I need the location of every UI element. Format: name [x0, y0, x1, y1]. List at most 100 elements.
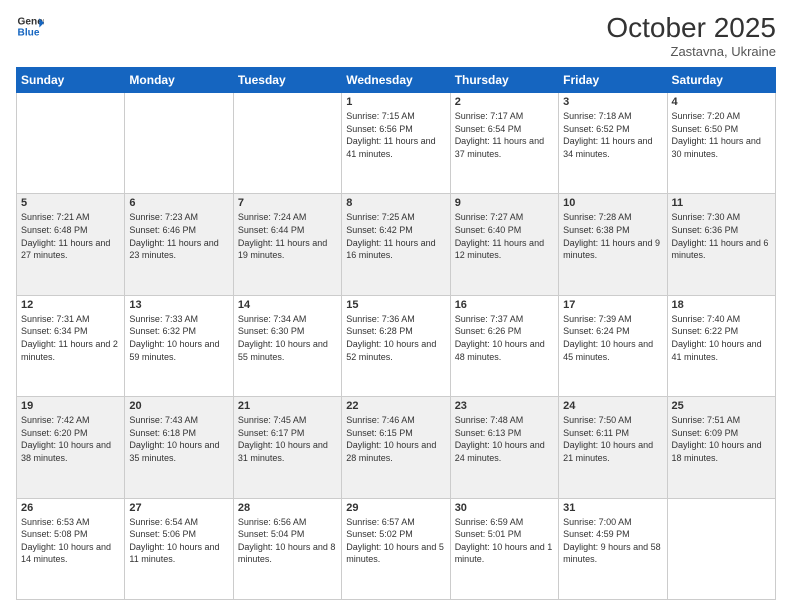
weekday-thursday: Thursday [450, 68, 558, 93]
cell-info: Sunrise: 7:27 AM [455, 211, 554, 224]
day-number: 16 [455, 299, 554, 311]
calendar-cell [667, 498, 775, 599]
cell-info: Sunset: 6:22 PM [672, 325, 771, 338]
weekday-tuesday: Tuesday [233, 68, 341, 93]
cell-info: Daylight: 11 hours and 2 minutes. [21, 338, 120, 363]
cell-info: Sunset: 6:17 PM [238, 427, 337, 440]
cell-info: Sunset: 4:59 PM [563, 528, 662, 541]
cell-info: Sunrise: 6:57 AM [346, 516, 445, 529]
day-number: 9 [455, 197, 554, 209]
cell-info: Sunrise: 7:20 AM [672, 110, 771, 123]
cell-info: Sunset: 5:08 PM [21, 528, 120, 541]
cell-info: Sunrise: 7:46 AM [346, 414, 445, 427]
header: General Blue October 2025 Zastavna, Ukra… [16, 12, 776, 59]
calendar-cell [125, 93, 233, 194]
cell-info: Daylight: 10 hours and 55 minutes. [238, 338, 337, 363]
calendar-cell: 16Sunrise: 7:37 AMSunset: 6:26 PMDayligh… [450, 295, 558, 396]
day-number: 23 [455, 400, 554, 412]
weekday-friday: Friday [559, 68, 667, 93]
cell-info: Daylight: 11 hours and 34 minutes. [563, 135, 662, 160]
calendar-cell: 13Sunrise: 7:33 AMSunset: 6:32 PMDayligh… [125, 295, 233, 396]
calendar-cell: 1Sunrise: 7:15 AMSunset: 6:56 PMDaylight… [342, 93, 450, 194]
calendar-table: SundayMondayTuesdayWednesdayThursdayFrid… [16, 67, 776, 600]
cell-info: Sunrise: 7:36 AM [346, 313, 445, 326]
calendar-cell: 15 Sunrise: 7:36 AMSunset: 6:28 PMDayligh… [342, 295, 450, 396]
weekday-monday: Monday [125, 68, 233, 93]
week-row-4: 19Sunrise: 7:42 AMSunset: 6:20 PMDayligh… [17, 397, 776, 498]
calendar-cell: 25Sunrise: 7:51 AMSunset: 6:09 PMDayligh… [667, 397, 775, 498]
cell-info: Sunrise: 7:28 AM [563, 211, 662, 224]
cell-info: Sunset: 6:13 PM [455, 427, 554, 440]
cell-info: Sunset: 6:18 PM [129, 427, 228, 440]
calendar-cell: 29Sunrise: 6:57 AMSunset: 5:02 PMDayligh… [342, 498, 450, 599]
cell-info: Sunset: 6:24 PM [563, 325, 662, 338]
cell-info: Daylight: 10 hours and 31 minutes. [238, 439, 337, 464]
calendar-cell [17, 93, 125, 194]
cell-info: Sunset: 6:09 PM [672, 427, 771, 440]
cell-info: Sunrise: 7:39 AM [563, 313, 662, 326]
cell-info: Sunrise: 7:48 AM [455, 414, 554, 427]
logo: General Blue [16, 12, 44, 40]
cell-info: Daylight: 10 hours and 52 minutes. [346, 338, 445, 363]
cell-info: Sunrise: 7:33 AM [129, 313, 228, 326]
page: General Blue October 2025 Zastavna, Ukra… [0, 0, 792, 612]
cell-info: Daylight: 11 hours and 9 minutes. [563, 237, 662, 262]
calendar-cell: 2Sunrise: 7:17 AMSunset: 6:54 PMDaylight… [450, 93, 558, 194]
day-number: 24 [563, 400, 662, 412]
location: Zastavna, Ukraine [606, 44, 776, 59]
cell-info: Sunset: 6:52 PM [563, 123, 662, 136]
cell-info: Sunset: 6:36 PM [672, 224, 771, 237]
cell-info: Daylight: 10 hours and 38 minutes. [21, 439, 120, 464]
cell-info: Sunset: 6:54 PM [455, 123, 554, 136]
day-number: 10 [563, 197, 662, 209]
cell-info: Daylight: 10 hours and 41 minutes. [672, 338, 771, 363]
title-block: October 2025 Zastavna, Ukraine [606, 12, 776, 59]
cell-info: Sunrise: 7:00 AM [563, 516, 662, 529]
day-number: 25 [672, 400, 771, 412]
calendar-cell: 3Sunrise: 7:18 AMSunset: 6:52 PMDaylight… [559, 93, 667, 194]
cell-info: Sunrise: 7:34 AM [238, 313, 337, 326]
cell-info: Daylight: 10 hours and 24 minutes. [455, 439, 554, 464]
day-number: 19 [21, 400, 120, 412]
cell-info: Sunset: 6:42 PM [346, 224, 445, 237]
cell-info: Sunset: 5:04 PM [238, 528, 337, 541]
cell-info: Daylight: 10 hours and 11 minutes. [129, 541, 228, 566]
day-number: 11 [672, 197, 771, 209]
cell-info: Sunset: 6:28 PM [346, 325, 445, 338]
cell-info: Sunset: 6:30 PM [238, 325, 337, 338]
cell-info: Sunrise: 7:42 AM [21, 414, 120, 427]
cell-info: Sunrise: 7:40 AM [672, 313, 771, 326]
cell-info: Daylight: 10 hours and 18 minutes. [672, 439, 771, 464]
cell-info: Daylight: 11 hours and 41 minutes. [346, 135, 445, 160]
weekday-saturday: Saturday [667, 68, 775, 93]
cell-info: Sunset: 6:46 PM [129, 224, 228, 237]
weekday-wednesday: Wednesday [342, 68, 450, 93]
cell-info: Sunset: 6:50 PM [672, 123, 771, 136]
calendar-cell: 18 Sunrise: 7:40 AMSunset: 6:22 PMDayligh… [667, 295, 775, 396]
cell-info: Sunset: 5:02 PM [346, 528, 445, 541]
cell-info: Sunset: 6:20 PM [21, 427, 120, 440]
calendar-cell: 22Sunrise: 7:46 AMSunset: 6:15 PMDayligh… [342, 397, 450, 498]
cell-info: Daylight: 10 hours and 59 minutes. [129, 338, 228, 363]
cell-info: Sunset: 6:32 PM [129, 325, 228, 338]
calendar-cell: 7Sunrise: 7:24 AMSunset: 6:44 PMDaylight… [233, 194, 341, 295]
cell-info: Sunset: 6:11 PM [563, 427, 662, 440]
logo-icon: General Blue [16, 12, 44, 40]
cell-info: Sunset: 6:34 PM [21, 325, 120, 338]
calendar-cell: 9Sunrise: 7:27 AMSunset: 6:40 PMDaylight… [450, 194, 558, 295]
calendar-cell [233, 93, 341, 194]
cell-info: Sunrise: 7:25 AM [346, 211, 445, 224]
day-number: 18 [672, 299, 771, 311]
day-number: 6 [129, 197, 228, 209]
cell-info: Daylight: 11 hours and 23 minutes. [129, 237, 228, 262]
weekday-sunday: Sunday [17, 68, 125, 93]
cell-info: Daylight: 10 hours and 21 minutes. [563, 439, 662, 464]
day-number: 15 [346, 299, 445, 311]
week-row-2: 5Sunrise: 7:21 AMSunset: 6:48 PMDaylight… [17, 194, 776, 295]
calendar-cell: 5Sunrise: 7:21 AMSunset: 6:48 PMDaylight… [17, 194, 125, 295]
cell-info: Daylight: 11 hours and 27 minutes. [21, 237, 120, 262]
week-row-1: 1Sunrise: 7:15 AMSunset: 6:56 PMDaylight… [17, 93, 776, 194]
day-number: 1 [346, 96, 445, 108]
week-row-5: 26Sunrise: 6:53 AMSunset: 5:08 PMDayligh… [17, 498, 776, 599]
day-number: 3 [563, 96, 662, 108]
